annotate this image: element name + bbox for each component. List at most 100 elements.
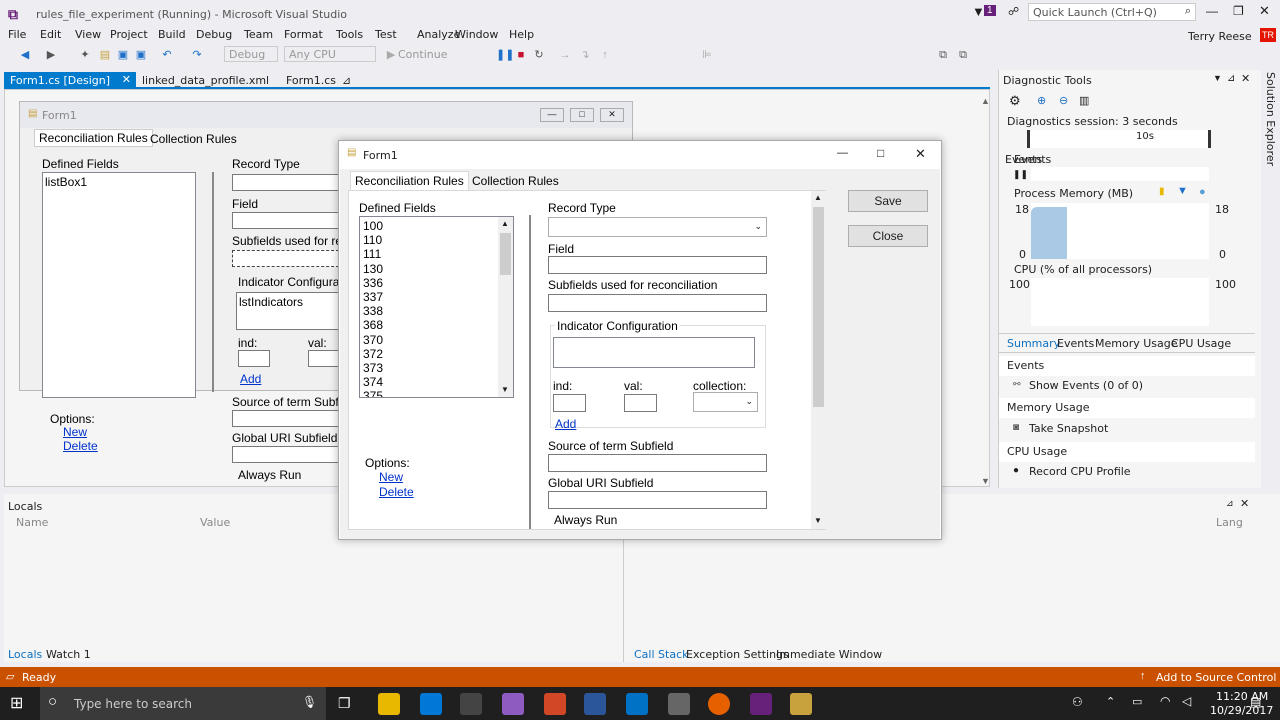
- file-explorer-icon[interactable]: [378, 693, 400, 715]
- designer-scroll-up-icon[interactable]: ▲: [981, 96, 990, 106]
- design-new-link[interactable]: New: [63, 425, 87, 439]
- outlook-icon[interactable]: [626, 693, 648, 715]
- splitter[interactable]: [529, 215, 531, 529]
- tab-collection-rules[interactable]: Collection Rules: [468, 173, 563, 191]
- menu-item-tools[interactable]: Tools: [336, 28, 363, 41]
- form1-close-button[interactable]: ✕: [915, 146, 926, 162]
- layout-icon[interactable]: ⧉: [936, 48, 950, 62]
- timeline[interactable]: 10s: [1027, 130, 1211, 148]
- diag-tab-events[interactable]: Events: [1057, 337, 1094, 350]
- maximize-button[interactable]: ❐: [1233, 4, 1244, 18]
- ind-input[interactable]: [553, 394, 586, 412]
- listbox1[interactable]: listBox1: [42, 172, 196, 398]
- tab-call-stack[interactable]: Call Stack: [634, 648, 688, 661]
- tab-locals[interactable]: Locals: [8, 648, 42, 661]
- tab-immediate-window[interactable]: Immediate Window: [776, 648, 882, 661]
- diag-tab-memory-usage[interactable]: Memory Usage: [1095, 337, 1178, 350]
- list-item[interactable]: 130: [363, 262, 383, 276]
- tab-watch-1[interactable]: Watch 1: [46, 648, 91, 661]
- listbox-scrollbar[interactable]: ▲ ▼: [498, 217, 513, 397]
- menu-item-debug[interactable]: Debug: [196, 28, 232, 41]
- diag-pin-icon[interactable]: ⊿: [1227, 73, 1235, 84]
- page-scrollbar[interactable]: ▲ ▼: [811, 191, 826, 529]
- callstack-pin-icon[interactable]: ⊿: [1226, 498, 1234, 509]
- close-tab-icon[interactable]: ✕: [122, 73, 131, 86]
- notification-badge[interactable]: 1: [984, 5, 996, 16]
- diag-tab-summary[interactable]: Summary: [1007, 337, 1060, 350]
- zoom-in-icon[interactable]: ⊕: [1037, 94, 1046, 107]
- clock-date[interactable]: 10/29/2017: [1210, 704, 1273, 717]
- undo-icon[interactable]: ↶: [160, 48, 174, 62]
- list-item[interactable]: 373: [363, 361, 383, 375]
- new-project-icon[interactable]: ✦: [78, 48, 92, 62]
- list-item[interactable]: 370: [363, 333, 383, 347]
- app-icon[interactable]: [502, 693, 524, 715]
- record-type-field[interactable]: [232, 174, 344, 191]
- step-into-icon[interactable]: →: [558, 48, 572, 62]
- close-button[interactable]: ✕: [1259, 3, 1270, 19]
- continue-icon[interactable]: ▶: [384, 48, 398, 62]
- step-over-icon[interactable]: ↴: [578, 48, 592, 62]
- redo-icon[interactable]: ↷: [190, 48, 204, 62]
- forward-icon[interactable]: ▶: [44, 48, 58, 62]
- save-icon[interactable]: ▣: [116, 48, 130, 62]
- word-icon[interactable]: [584, 693, 606, 715]
- menu-item-format[interactable]: Format: [284, 28, 323, 41]
- tray-chevron-icon[interactable]: ⌃: [1106, 695, 1115, 708]
- step-out-icon[interactable]: ↑: [598, 48, 612, 62]
- design-tab-recon[interactable]: Reconciliation Rules: [34, 129, 153, 147]
- field-input[interactable]: [548, 256, 767, 274]
- open-icon[interactable]: ▤: [98, 48, 112, 62]
- minimize-button[interactable]: —: [1206, 4, 1218, 18]
- list-item[interactable]: 374: [363, 375, 383, 389]
- subfields-input[interactable]: [232, 250, 344, 267]
- menu-item-team[interactable]: Team: [244, 28, 273, 41]
- action-center-icon[interactable]: ▤: [1250, 695, 1261, 709]
- list-item[interactable]: 375: [363, 389, 383, 397]
- platform-dropdown[interactable]: Any CPU: [284, 46, 376, 62]
- stop-icon[interactable]: ■: [514, 48, 528, 62]
- list-item[interactable]: 111: [363, 247, 381, 261]
- val-input[interactable]: [624, 394, 657, 412]
- form1-minimize-button[interactable]: —: [837, 147, 848, 159]
- menu-item-analyze[interactable]: Analyze: [417, 28, 460, 41]
- chart-icon[interactable]: ▥: [1079, 94, 1089, 107]
- user-avatar[interactable]: TR: [1260, 28, 1276, 42]
- list-item[interactable]: 372: [363, 347, 383, 361]
- page-scroll-up-icon[interactable]: ▲: [814, 193, 822, 202]
- scroll-down-icon[interactable]: ▼: [501, 385, 509, 394]
- people-icon[interactable]: ⚇: [1072, 695, 1083, 709]
- restart-icon[interactable]: ↻: [532, 48, 546, 62]
- scroll-thumb[interactable]: [500, 233, 511, 275]
- continue-button[interactable]: Continue: [398, 48, 447, 61]
- user-name[interactable]: Terry Reese: [1188, 30, 1252, 43]
- zoom-out-icon[interactable]: ⊖: [1059, 94, 1068, 107]
- cpu-graph[interactable]: [1031, 278, 1209, 326]
- global-input[interactable]: [548, 491, 767, 509]
- settings-icon[interactable]: ⚙: [1009, 93, 1021, 109]
- solution-explorer-tab[interactable]: Solution Explorer: [1261, 70, 1280, 488]
- page-scroll-down-icon[interactable]: ▼: [814, 516, 822, 525]
- firefox-icon[interactable]: [708, 693, 730, 715]
- feedback-icon[interactable]: ☍: [1008, 5, 1019, 18]
- list-item[interactable]: 336: [363, 276, 383, 290]
- diag-tab-cpu-usage[interactable]: CPU Usage: [1171, 337, 1231, 350]
- scroll-up-icon[interactable]: ▲: [501, 219, 509, 228]
- windows-start-icon[interactable]: ⊞: [10, 693, 23, 713]
- splitter[interactable]: [212, 172, 214, 392]
- global-input[interactable]: [232, 446, 344, 463]
- volume-icon[interactable]: ◁: [1182, 694, 1191, 708]
- defined-fields-listbox[interactable]: 100 110 111 130 336 337 338 368 370 372 373 374 375: [359, 216, 514, 398]
- align-icon[interactable]: ⊫: [700, 48, 714, 62]
- tab-reconciliation-rules[interactable]: Reconciliation Rules: [350, 171, 469, 191]
- list-item[interactable]: 100: [363, 219, 383, 233]
- callstack-close-icon[interactable]: ✕: [1240, 497, 1249, 510]
- close-form-button[interactable]: Close: [848, 225, 928, 247]
- list-item[interactable]: 110: [363, 233, 382, 247]
- ind-input[interactable]: [238, 350, 270, 367]
- config-dropdown[interactable]: Debug: [224, 46, 278, 62]
- list-item[interactable]: 338: [363, 304, 383, 318]
- delete-link[interactable]: Delete: [379, 485, 414, 499]
- tab-exception-settings[interactable]: Exception Settings: [686, 648, 789, 661]
- layout2-icon[interactable]: ⧉: [956, 48, 970, 62]
